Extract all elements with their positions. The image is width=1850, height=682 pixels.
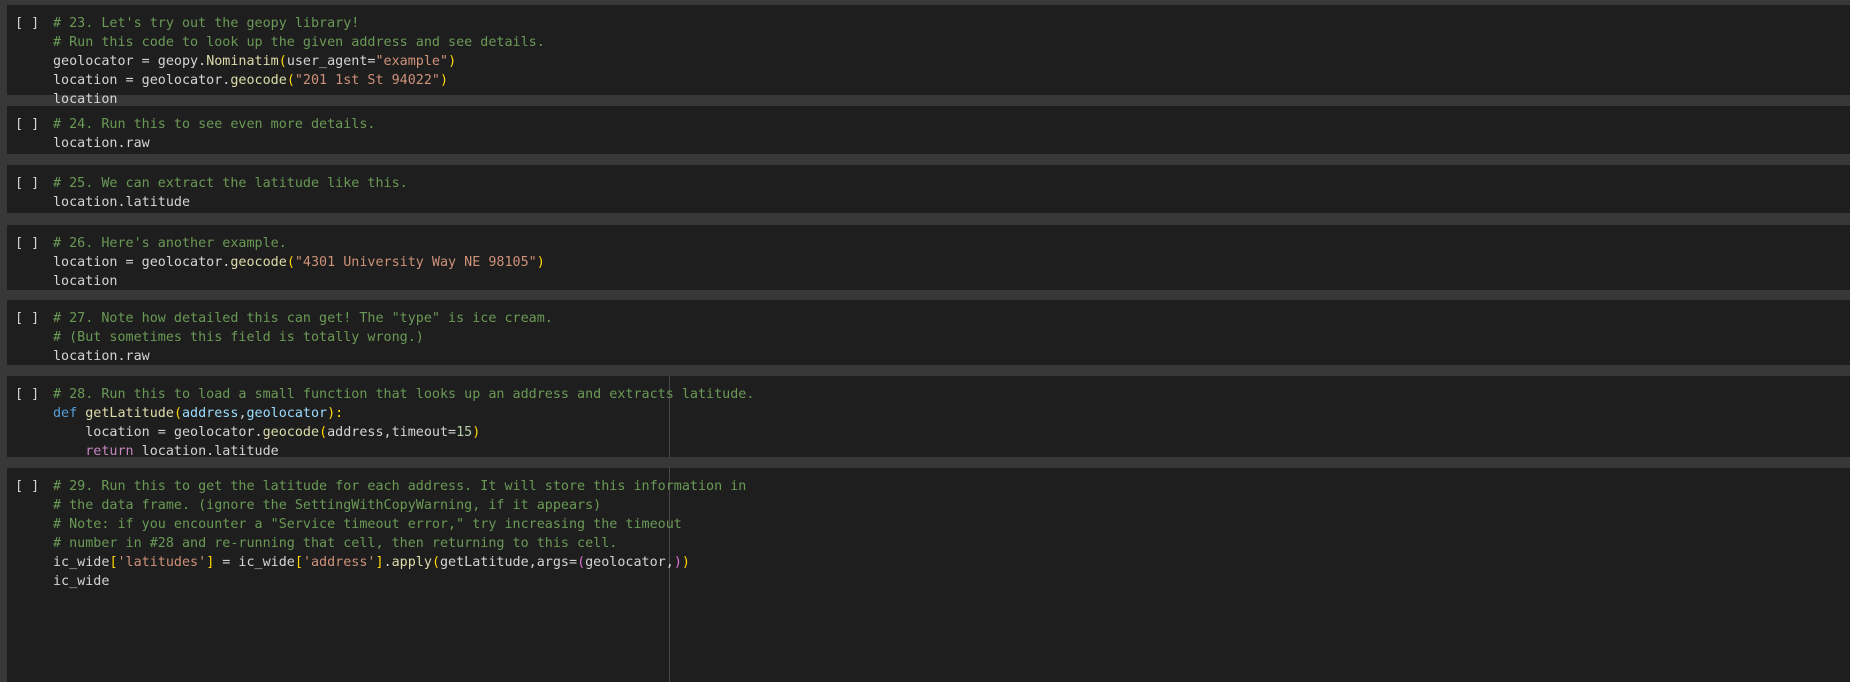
code-line: location = geolocator.geocode(address,ti…	[53, 423, 754, 442]
code-comment: # (But sometimes this field is totally w…	[53, 330, 424, 345]
code-editor[interactable]: # 23. Let's try out the geopy library! # …	[53, 14, 545, 109]
code-bracket: (	[286, 73, 295, 88]
code-bracket: (	[286, 255, 295, 270]
code-function: Nominatim	[206, 54, 279, 69]
code-editor[interactable]: # 27. Note how detailed this can get! Th…	[53, 309, 553, 366]
code-function: geocode	[230, 73, 287, 88]
code-text: ic_wide	[53, 574, 110, 589]
code-comment: # number in #28 and re-running that cell…	[53, 536, 618, 551]
code-editor[interactable]: # 25. We can extract the latitude like t…	[53, 174, 408, 212]
code-text: location = geolocator.	[85, 425, 263, 440]
code-bracket: [	[109, 555, 118, 570]
code-comment: # 27. Note how detailed this can get! Th…	[53, 311, 553, 326]
run-cell-prompt[interactable]: [ ]	[15, 234, 39, 253]
code-line: def getLatitude(address,geolocator):	[53, 404, 754, 423]
code-text: .	[383, 555, 392, 570]
code-parameter: address	[182, 406, 239, 421]
code-bracket: (	[319, 425, 328, 440]
code-parameter: geolocator	[246, 406, 328, 421]
code-function: geocode	[230, 255, 287, 270]
code-line: location = geolocator.geocode("201 1st S…	[53, 71, 545, 90]
code-text: location.latitude	[53, 195, 191, 210]
code-bracket: [	[294, 555, 303, 570]
code-editor[interactable]: # 28. Run this to load a small function …	[53, 385, 754, 461]
run-cell-prompt[interactable]: [ ]	[15, 174, 39, 193]
code-cell[interactable]: [ ] # 25. We can extract the latitude li…	[7, 165, 1850, 213]
code-comment: # Run this code to look up the given add…	[53, 35, 545, 50]
code-text: getLatitude,args=	[440, 555, 578, 570]
run-cell-prompt[interactable]: [ ]	[15, 309, 39, 328]
code-text: geolocator,	[585, 555, 674, 570]
code-editor[interactable]: # 24. Run this to see even more details.…	[53, 115, 375, 153]
code-text: location = geolocator.	[53, 73, 231, 88]
code-number: 15	[456, 425, 473, 440]
run-cell-prompt[interactable]: [ ]	[15, 14, 39, 33]
code-cell[interactable]: [ ] # 23. Let's try out the geopy librar…	[7, 5, 1850, 107]
code-text: location.latitude	[133, 444, 279, 459]
code-line: geolocator = geopy.Nominatim(user_agent=…	[53, 52, 545, 71]
code-bracket: (	[577, 555, 586, 570]
code-line: location = geolocator.geocode("4301 Univ…	[53, 253, 545, 272]
code-comment: # 23. Let's try out the geopy library!	[53, 16, 360, 31]
code-text: user_agent=	[286, 54, 376, 69]
code-bracket: )	[681, 555, 690, 570]
code-line: return location.latitude	[53, 442, 754, 461]
code-bracket: )	[536, 255, 545, 270]
code-editor[interactable]: # 29. Run this to get the latitude for e…	[53, 477, 746, 591]
code-cell[interactable]: [ ] # 29. Run this to get the latitude f…	[7, 468, 1850, 682]
code-bracket: (	[431, 555, 440, 570]
code-bracket: (	[278, 54, 287, 69]
code-keyword: def	[53, 406, 78, 421]
code-string: "example"	[375, 54, 449, 69]
code-text: location = geolocator.	[53, 255, 231, 270]
code-bracket: )	[673, 555, 682, 570]
code-function: apply	[391, 555, 432, 570]
code-function: geocode	[262, 425, 320, 440]
code-bracket: )	[448, 54, 457, 69]
code-bracket: )	[440, 73, 449, 88]
code-string: 'address'	[302, 555, 376, 570]
code-string: "4301 University Way NE 98105"	[294, 255, 537, 270]
run-cell-prompt[interactable]: [ ]	[15, 115, 39, 134]
code-comment: # 28. Run this to load a small function …	[53, 387, 755, 402]
code-text: location	[53, 274, 118, 289]
run-cell-prompt[interactable]: [ ]	[15, 477, 39, 496]
code-text: ic_wide	[53, 555, 110, 570]
code-comment: # 25. We can extract the latitude like t…	[53, 176, 408, 191]
code-text: address,timeout=	[327, 425, 457, 440]
code-bracket: (	[173, 406, 182, 421]
code-comment: # 29. Run this to get the latitude for e…	[53, 479, 747, 494]
code-function: getLatitude	[85, 406, 174, 421]
code-comment: # 26. Here's another example.	[53, 236, 287, 251]
code-cell[interactable]: [ ] # 26. Here's another example. locatio…	[7, 225, 1850, 290]
code-bracket: )	[472, 425, 481, 440]
code-cell[interactable]: [ ] # 27. Note how detailed this can get…	[7, 300, 1850, 365]
code-comment: # 24. Run this to see even more details.	[53, 117, 376, 132]
code-text: geolocator = geopy.	[53, 54, 207, 69]
code-text: location.raw	[53, 349, 150, 364]
code-comment: # Note: if you encounter a "Service time…	[53, 517, 682, 532]
code-string: 'latitudes'	[117, 555, 207, 570]
code-text: location.raw	[53, 136, 150, 151]
code-text: = ic_wide	[214, 555, 295, 570]
code-cell[interactable]: [ ] # 28. Run this to load a small funct…	[7, 376, 1850, 459]
code-bracket: ):	[327, 406, 344, 421]
code-bracket: ]	[375, 555, 384, 570]
code-editor[interactable]: # 26. Here's another example. location = …	[53, 234, 545, 291]
code-line: ic_wide['latitudes'] = ic_wide['address'…	[53, 553, 746, 572]
code-text: ,	[238, 406, 247, 421]
code-keyword: return	[85, 444, 134, 459]
code-comment: # the data frame. (ignore the SettingWit…	[53, 498, 602, 513]
code-string: "201 1st St 94022"	[294, 73, 440, 88]
code-cell[interactable]: [ ] # 24. Run this to see even more deta…	[7, 106, 1850, 154]
run-cell-prompt[interactable]: [ ]	[15, 385, 39, 404]
